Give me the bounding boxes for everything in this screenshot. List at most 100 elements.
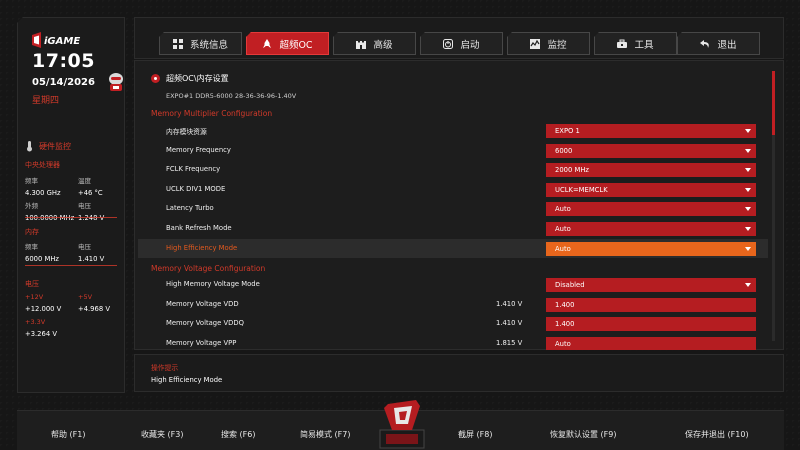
setting-label: UCLK DIV1 MODE bbox=[166, 184, 226, 193]
tab-monitor[interactable]: 监控 bbox=[507, 32, 590, 55]
tab-advanced[interactable]: 高级 bbox=[333, 32, 416, 55]
tab-overclock[interactable]: 超频OC bbox=[246, 32, 329, 55]
setting-dropdown[interactable]: 6000 bbox=[546, 143, 756, 158]
main-settings-panel: 超频OC\内存设置 EXPO#1 DDR5-6000 28-36-36-96-1… bbox=[134, 60, 784, 350]
setting-input[interactable]: 1.400 bbox=[546, 297, 756, 312]
cpu-bclk: 外频 100.0000 MHz bbox=[25, 200, 74, 222]
cpu-temp: 温度 +46 °C bbox=[78, 175, 103, 197]
tab-label: 系统信息 bbox=[189, 39, 228, 51]
setting-row-latency-turbo[interactable]: Latency Turbo Auto bbox=[138, 199, 768, 218]
tab-exit[interactable]: 退出 bbox=[677, 32, 760, 55]
setting-dropdown[interactable]: Disabled bbox=[546, 278, 756, 292]
tab-label: 退出 bbox=[717, 39, 737, 51]
tab-boot[interactable]: 启动 bbox=[420, 32, 503, 55]
setting-dropdown[interactable]: EXPO 1 bbox=[546, 124, 756, 138]
memory-profile-info: EXPO#1 DDR5-6000 28-36-36-96-1.40V bbox=[166, 92, 297, 100]
setting-input[interactable]: 1.400 bbox=[546, 317, 756, 332]
dropdown-value: 6000 bbox=[555, 146, 573, 155]
dropdown-arrow-icon bbox=[745, 187, 751, 192]
setting-row-memory-voltage-vddq[interactable]: Memory Voltage VDDQ 1.410 V 1.400 bbox=[138, 314, 768, 333]
setting-label: High Memory Voltage Mode bbox=[166, 280, 260, 288]
setting-label: 内存模块资源 bbox=[166, 128, 207, 136]
grid-icon bbox=[172, 38, 183, 49]
setting-row-memory-voltage-vdd[interactable]: Memory Voltage VDD 1.410 V 1.400 bbox=[138, 295, 768, 314]
setting-row-high-memory-voltage-mode[interactable]: High Memory Voltage Mode Disabled bbox=[138, 275, 768, 294]
dropdown-value: Auto bbox=[555, 244, 571, 253]
v33-reading: +3.3V +3.264 V bbox=[25, 318, 57, 338]
setting-dropdown[interactable]: Auto bbox=[546, 241, 756, 256]
dropdown-value: 2000 MHz bbox=[555, 166, 590, 175]
rocket-icon bbox=[262, 38, 272, 49]
cpu-volt: 电压 1.248 V bbox=[78, 200, 104, 222]
tab-system-info[interactable]: 系统信息 bbox=[159, 32, 242, 55]
scrollbar[interactable] bbox=[772, 71, 775, 341]
dropdown-arrow-icon bbox=[745, 246, 751, 251]
tab-label: 超频OC bbox=[279, 39, 313, 51]
dropdown-value: Auto bbox=[555, 205, 571, 214]
setting-row-memory-module-source[interactable]: 内存模块资源 EXPO 1 bbox=[138, 121, 768, 140]
top-tab-bar: 系统信息 超频OC 高级 启动 监控 工具 退出 bbox=[134, 17, 784, 59]
cpu-bclk-value: 100.0000 MHz bbox=[25, 214, 75, 222]
setting-label: FCLK Frequency bbox=[166, 165, 221, 174]
setting-row-uclk-div1-mode[interactable]: UCLK DIV1 MODE UCLK=MEMCLK bbox=[138, 180, 768, 199]
tab-label: 工具 bbox=[634, 39, 654, 51]
cpu-temp-value: +46 °C bbox=[78, 189, 103, 197]
mem-freq: 频率 6000 MHz bbox=[25, 241, 59, 263]
v5-value: +4.968 V bbox=[78, 305, 110, 313]
setting-row-bank-refresh-mode[interactable]: Bank Refresh Mode Auto bbox=[138, 219, 768, 238]
search-key-button[interactable]: 搜索 (F6) bbox=[221, 429, 255, 440]
setting-row-high-efficiency-mode[interactable]: High Efficiency Mode Auto bbox=[138, 238, 768, 258]
load-defaults-key-button[interactable]: 恢复默认设置 (F9) bbox=[550, 429, 616, 440]
hw-monitor-label: 硬件监控 bbox=[39, 142, 71, 151]
setting-label: Memory Voltage VDD bbox=[166, 299, 239, 308]
section-memory-multiplier: Memory Multiplier Configuration bbox=[151, 109, 273, 118]
v5-reading: +5V +4.968 V bbox=[78, 293, 110, 313]
help-key-button[interactable]: 帮助 (F1) bbox=[51, 429, 85, 440]
setting-label: Bank Refresh Mode bbox=[166, 224, 232, 232]
weekday-display: 星期四 bbox=[32, 96, 60, 106]
setting-dropdown[interactable]: Auto bbox=[546, 202, 756, 217]
cpu-temp-label: 温度 bbox=[78, 177, 91, 185]
divider bbox=[25, 217, 117, 218]
igame-emblem-icon bbox=[372, 400, 432, 450]
v12-value: +12.000 V bbox=[25, 305, 62, 313]
screenshot-key-button[interactable]: 截屏 (F8) bbox=[458, 429, 492, 440]
v12-label: +12V bbox=[25, 293, 44, 301]
input-value: Auto bbox=[555, 339, 571, 348]
dropdown-value: Auto bbox=[555, 225, 571, 233]
setting-dropdown[interactable]: UCLK=MEMCLK bbox=[546, 182, 756, 197]
breadcrumb-text: 超频OC\内存设置 bbox=[166, 74, 229, 83]
mem-volt-label: 电压 bbox=[78, 243, 91, 251]
input-value: 1.400 bbox=[555, 300, 575, 309]
cpu-volt-label: 电压 bbox=[78, 202, 91, 210]
setting-row-memory-voltage-vpp[interactable]: Memory Voltage VPP 1.815 V Auto bbox=[138, 334, 768, 350]
setting-dropdown[interactable]: Auto bbox=[546, 222, 756, 236]
mem-volt: 电压 1.410 V bbox=[78, 241, 104, 263]
scrollbar-thumb[interactable] bbox=[772, 71, 775, 135]
setting-row-memory-frequency[interactable]: Memory Frequency 6000 bbox=[138, 141, 768, 160]
favorites-key-button[interactable]: 收藏夹 (F3) bbox=[141, 429, 183, 440]
voltage-section-title: 电压 bbox=[25, 280, 39, 288]
tab-tools[interactable]: 工具 bbox=[594, 32, 677, 55]
dropdown-arrow-icon bbox=[745, 227, 751, 231]
setting-dropdown[interactable]: 2000 MHz bbox=[546, 163, 756, 178]
thermometer-icon bbox=[25, 141, 34, 152]
mem-freq-value: 6000 MHz bbox=[25, 255, 60, 263]
mem-volt-value: 1.410 V bbox=[78, 255, 105, 263]
voltage-reading: 1.815 V bbox=[496, 338, 523, 347]
setting-row-fclk-frequency[interactable]: FCLK Frequency 2000 MHz bbox=[138, 160, 768, 179]
cpu-freq-label: 频率 bbox=[25, 177, 38, 185]
dropdown-arrow-icon bbox=[745, 168, 751, 173]
help-panel: 操作提示 High Efficiency Mode bbox=[134, 354, 784, 392]
back-arrow-icon bbox=[700, 39, 710, 49]
cpu-volt-value: 1.248 V bbox=[78, 214, 105, 222]
setting-label: Memory Voltage VPP bbox=[166, 338, 237, 347]
easy-mode-key-button[interactable]: 简易模式 (F7) bbox=[300, 429, 350, 440]
igame-logo: iGAME bbox=[32, 32, 92, 48]
v33-value: +3.264 V bbox=[25, 330, 57, 338]
save-exit-key-button[interactable]: 保存并退出 (F10) bbox=[685, 429, 749, 440]
setting-label: Memory Voltage VDDQ bbox=[166, 319, 244, 328]
setting-input[interactable]: Auto bbox=[546, 336, 756, 350]
breadcrumb-dot-icon bbox=[151, 74, 160, 83]
date-display: 05/14/2026 bbox=[32, 77, 95, 88]
